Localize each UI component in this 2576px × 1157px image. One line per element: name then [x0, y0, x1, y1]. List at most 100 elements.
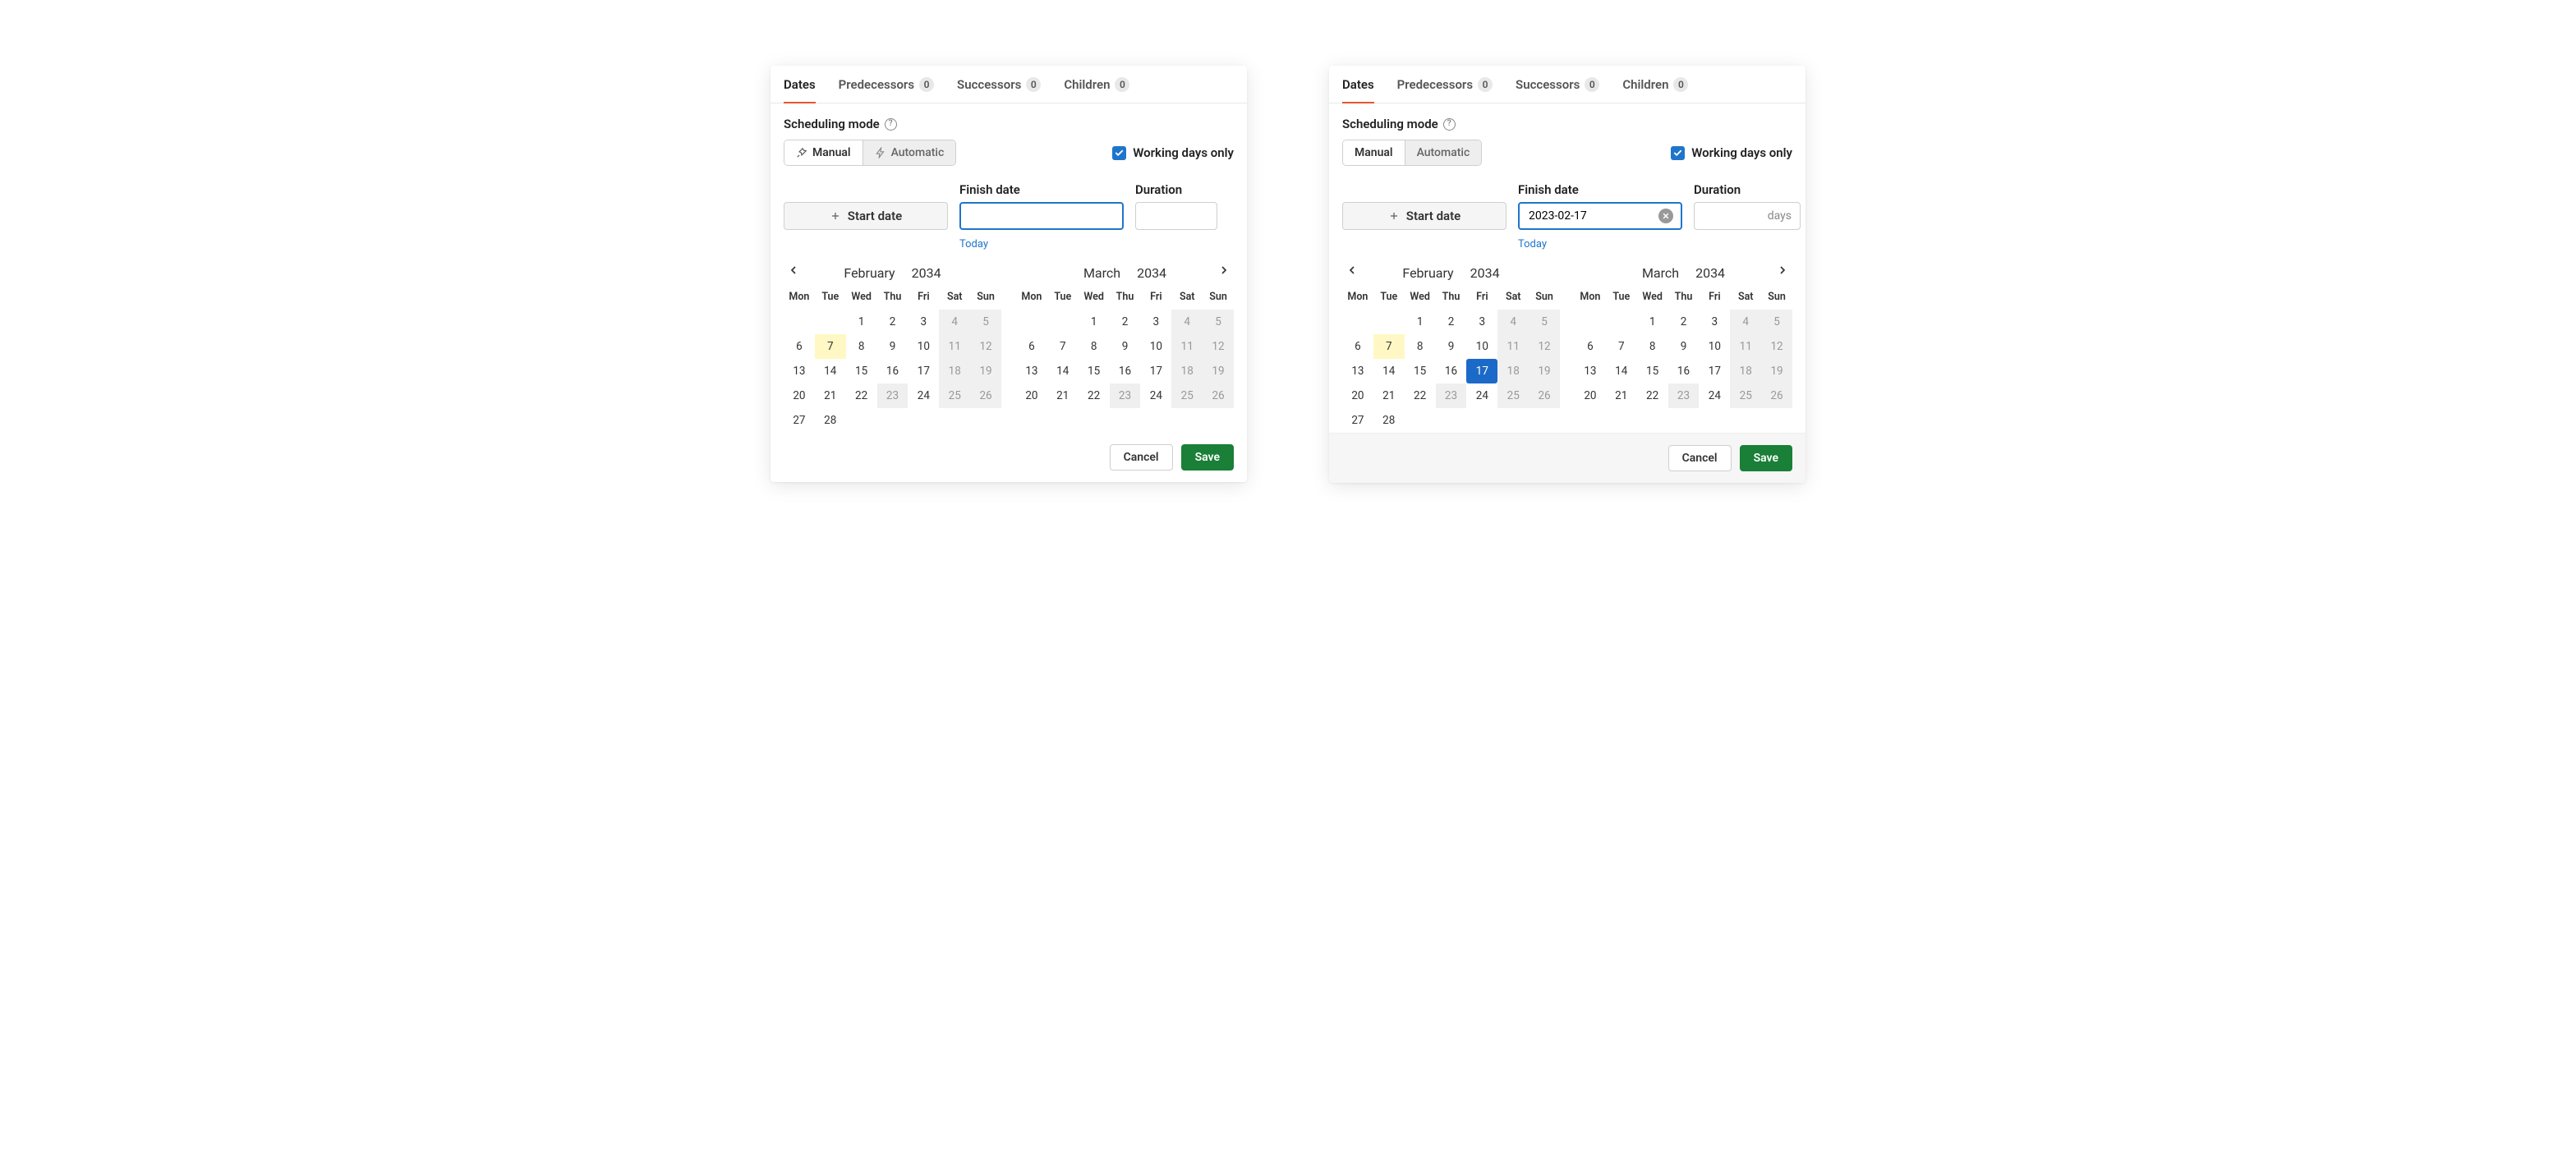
calendar-day[interactable]: 20 [1342, 383, 1373, 408]
calendar-day[interactable]: 1 [1079, 310, 1110, 334]
calendar-day[interactable]: 26 [1761, 383, 1792, 408]
calendar-day[interactable]: 9 [1110, 334, 1141, 359]
calendar-day[interactable]: 3 [908, 310, 939, 334]
calendar-day[interactable]: 28 [1373, 408, 1405, 433]
calendar-day[interactable]: 12 [1761, 334, 1792, 359]
calendar-day[interactable]: 12 [1203, 334, 1234, 359]
calendar-day[interactable]: 18 [939, 359, 970, 383]
calendar-day[interactable]: 18 [1171, 359, 1203, 383]
calendar-day[interactable]: 10 [1699, 334, 1730, 359]
save-button[interactable]: Save [1181, 444, 1234, 471]
calendar-day[interactable]: 7 [1606, 334, 1637, 359]
calendar-day[interactable]: 8 [1637, 334, 1668, 359]
calendar-day[interactable]: 12 [970, 334, 1001, 359]
calendar-day[interactable]: 14 [815, 359, 846, 383]
calendar-day[interactable]: 5 [1761, 310, 1792, 334]
calendar-day[interactable]: 12 [1529, 334, 1560, 359]
calendar-day[interactable]: 27 [784, 408, 815, 433]
start-date-button[interactable]: Start date [784, 202, 948, 230]
calendar-day[interactable]: 13 [1575, 359, 1606, 383]
calendar-day[interactable]: 1 [846, 310, 877, 334]
calendar-day[interactable]: 20 [1575, 383, 1606, 408]
calendar-day[interactable]: 25 [1171, 383, 1203, 408]
calendar-day[interactable]: 4 [1497, 310, 1529, 334]
scheduling-manual[interactable]: Manual [784, 140, 862, 165]
calendar-day[interactable]: 17 [1140, 359, 1171, 383]
calendar-day[interactable]: 5 [1203, 310, 1234, 334]
calendar-day[interactable]: 8 [846, 334, 877, 359]
calendar-day[interactable]: 18 [1497, 359, 1529, 383]
calendar-day[interactable]: 4 [1730, 310, 1761, 334]
calendar-day[interactable]: 2 [1436, 310, 1467, 334]
scheduling-manual[interactable]: Manual [1343, 140, 1405, 165]
calendar-day[interactable]: 21 [815, 383, 846, 408]
calendar-day[interactable]: 22 [1079, 383, 1110, 408]
tab-dates[interactable]: Dates [1342, 66, 1374, 103]
calendar-day[interactable]: 21 [1047, 383, 1079, 408]
calendar-day[interactable]: 1 [1405, 310, 1436, 334]
calendar-day[interactable]: 6 [784, 334, 815, 359]
calendar-day[interactable]: 20 [1016, 383, 1047, 408]
calendar-day[interactable]: 6 [1016, 334, 1047, 359]
tab-predecessors[interactable]: Predecessors 0 [839, 66, 934, 103]
help-icon[interactable]: ? [885, 118, 897, 131]
calendar-day[interactable]: 14 [1373, 359, 1405, 383]
calendar-day[interactable]: 11 [1730, 334, 1761, 359]
tab-children[interactable]: Children 0 [1622, 66, 1688, 103]
clear-finish-date[interactable] [1658, 209, 1673, 223]
calendar-day[interactable]: 24 [908, 383, 939, 408]
save-button[interactable]: Save [1740, 445, 1792, 471]
working-days-only-checkbox[interactable]: Working days only [1112, 145, 1234, 160]
calendar-day[interactable]: 5 [1529, 310, 1560, 334]
calendar-day[interactable]: 5 [970, 310, 1001, 334]
working-days-only-checkbox[interactable]: Working days only [1671, 145, 1792, 160]
calendar-day[interactable]: 22 [1637, 383, 1668, 408]
calendar-day[interactable]: 9 [1436, 334, 1467, 359]
tab-dates[interactable]: Dates [784, 66, 816, 103]
today-link[interactable]: Today [959, 238, 1124, 250]
calendar-day[interactable]: 10 [1466, 334, 1497, 359]
scheduling-automatic[interactable]: Automatic [862, 140, 956, 165]
calendar-day[interactable]: 25 [1497, 383, 1529, 408]
calendar-day[interactable]: 4 [1171, 310, 1203, 334]
calendar-day[interactable]: 20 [784, 383, 815, 408]
calendar-day[interactable]: 16 [1668, 359, 1700, 383]
calendar-day[interactable]: 23 [1668, 383, 1700, 408]
start-date-button[interactable]: Start date [1342, 202, 1506, 230]
calendar-day[interactable]: 6 [1575, 334, 1606, 359]
calendar-day[interactable]: 19 [970, 359, 1001, 383]
calendar-day[interactable]: 15 [1079, 359, 1110, 383]
tab-successors[interactable]: Successors 0 [957, 66, 1041, 103]
calendar-day[interactable]: 7 [1373, 334, 1405, 359]
calendar-day[interactable]: 13 [784, 359, 815, 383]
calendar-day[interactable]: 11 [1171, 334, 1203, 359]
calendar-day[interactable]: 3 [1699, 310, 1730, 334]
scheduling-automatic[interactable]: Automatic [1405, 140, 1482, 165]
calendar-day[interactable]: 9 [877, 334, 908, 359]
finish-date-field[interactable] [968, 209, 1115, 223]
calendar-day[interactable]: 17 [1466, 359, 1497, 383]
calendar-day[interactable]: 3 [1140, 310, 1171, 334]
calendar-day[interactable]: 11 [1497, 334, 1529, 359]
finish-date-input[interactable] [1518, 202, 1682, 230]
cancel-button[interactable]: Cancel [1668, 445, 1732, 471]
calendar-day[interactable]: 25 [1730, 383, 1761, 408]
calendar-day[interactable]: 26 [1203, 383, 1234, 408]
calendar-day[interactable]: 24 [1466, 383, 1497, 408]
calendar-day[interactable]: 13 [1016, 359, 1047, 383]
calendar-day[interactable]: 19 [1529, 359, 1560, 383]
tab-children[interactable]: Children 0 [1064, 66, 1129, 103]
calendar-day[interactable]: 17 [908, 359, 939, 383]
calendar-day[interactable]: 19 [1203, 359, 1234, 383]
calendar-day[interactable]: 7 [815, 334, 846, 359]
calendar-day[interactable]: 22 [846, 383, 877, 408]
calendar-day[interactable]: 9 [1668, 334, 1700, 359]
calendar-day[interactable]: 23 [1110, 383, 1141, 408]
calendar-day[interactable]: 24 [1140, 383, 1171, 408]
calendar-day[interactable]: 2 [877, 310, 908, 334]
calendar-day[interactable]: 3 [1466, 310, 1497, 334]
calendar-day[interactable]: 26 [970, 383, 1001, 408]
calendar-day[interactable]: 25 [939, 383, 970, 408]
duration-input[interactable] [1135, 202, 1217, 230]
help-icon[interactable]: ? [1443, 118, 1456, 131]
